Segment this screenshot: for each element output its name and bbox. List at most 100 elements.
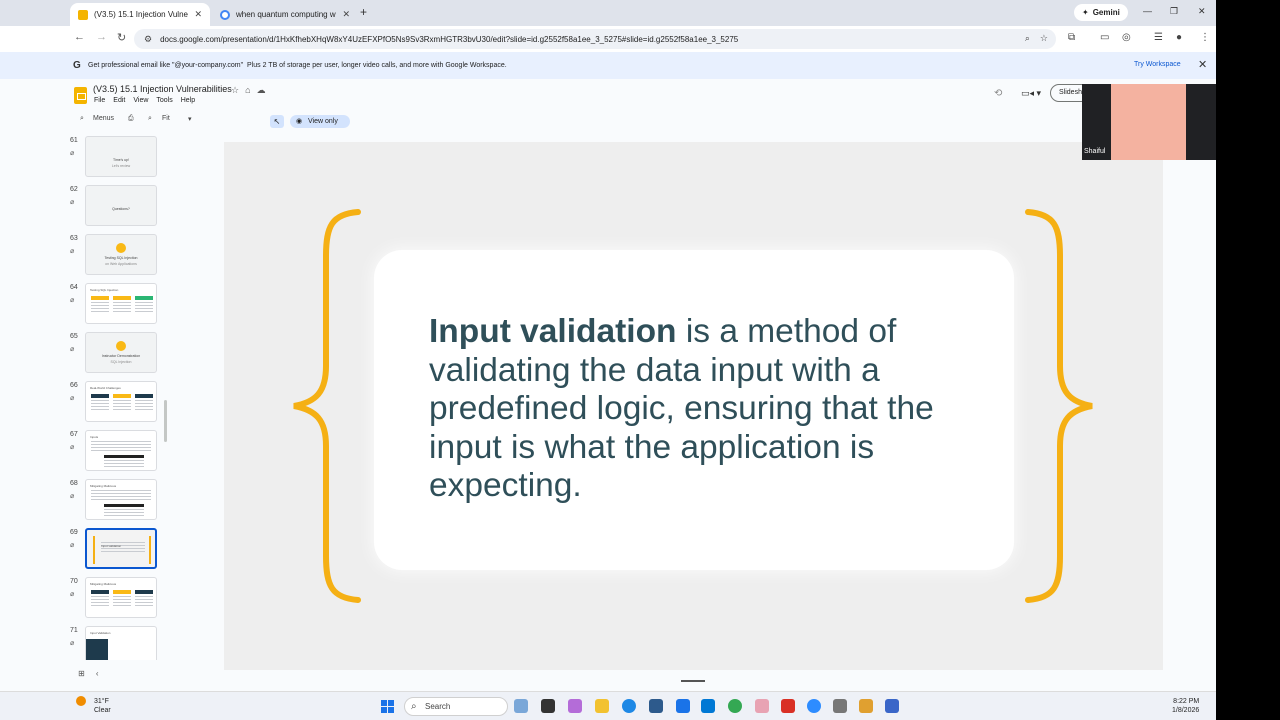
slide-thumbnail-row[interactable]: 71 ⌀ Input Validation (66, 622, 170, 660)
weather-widget[interactable]: 31°F Clear (94, 697, 111, 715)
speaker-notes-icon: ⌀ (70, 591, 75, 598)
chrome-icon[interactable] (728, 699, 742, 713)
address-bar[interactable]: ⚙ docs.google.com/presentation/d/1HxKfhe… (134, 29, 1056, 49)
version-history-icon[interactable]: ⟲ (994, 88, 1002, 99)
menu-view[interactable]: View (133, 97, 148, 104)
browser-menu-icon[interactable]: ⋮ (1200, 32, 1210, 43)
slide-thumbnail-row[interactable]: 65 ⌀ Instructor Demonstration SQL Injection (66, 328, 170, 373)
windows-start-icon[interactable] (381, 700, 394, 713)
panel-resize-handle[interactable] (681, 680, 705, 682)
meet-video-icon[interactable]: ▭◂ ▾ (1021, 88, 1041, 99)
thumb-text-lines (91, 400, 109, 410)
task-view-icon[interactable] (541, 699, 555, 713)
speaker-notes-icon: ⌀ (70, 395, 75, 402)
chat-icon[interactable] (568, 699, 582, 713)
system-clock[interactable]: 8:22 PM 1/8/2026 (1172, 697, 1199, 715)
outlook-icon[interactable] (676, 699, 690, 713)
menu-help[interactable]: Help (181, 97, 195, 104)
slide-thumbnail[interactable]: Input Validation (85, 626, 157, 660)
slide-thumbnail[interactable]: Testing SQL Injection (85, 283, 157, 324)
slide-thumbnail-row[interactable]: 69 ⌀ Input validation (66, 524, 170, 569)
close-tab-icon[interactable]: ✕ (342, 9, 350, 20)
zoom-search-icon[interactable]: ⌕ (1025, 33, 1030, 44)
git-icon[interactable] (859, 699, 873, 713)
slides-favicon-icon (78, 9, 88, 20)
slide-number: 69 (70, 529, 78, 536)
slide-thumbnail[interactable]: Mitigating Malicious (85, 479, 157, 520)
collapse-panel-icon[interactable]: ‹ (96, 669, 99, 678)
slide-thumbnail-row[interactable]: 70 ⌀ Mitigating Malicious (66, 573, 170, 618)
slide-thumbnail-row[interactable]: 67 ⌀ Inputs (66, 426, 170, 471)
move-folder-icon[interactable]: ⌂ (245, 85, 250, 96)
banner-close-icon[interactable]: ✕ (1198, 58, 1207, 71)
speaker-notes-icon: ⌀ (70, 444, 75, 451)
slide-thumbnail[interactable]: Testing SQL Injection on Web Applications (85, 234, 157, 275)
slide-thumbnail-row[interactable]: 63 ⌀ Testing SQL Injection on Web Applicati… (66, 230, 170, 275)
new-tab-icon[interactable]: + (360, 5, 367, 19)
zoom-select[interactable]: Fit (162, 115, 170, 122)
slack-icon[interactable] (755, 699, 769, 713)
screen-recorder-icon[interactable] (781, 699, 795, 713)
back-icon[interactable]: ← (74, 31, 85, 43)
slide-thumbnail[interactable]: Inputs (85, 430, 157, 471)
menu-tools[interactable]: Tools (156, 97, 172, 104)
gemini-button[interactable]: ✦ Gemini (1074, 4, 1128, 21)
filmstrip-scrollbar[interactable] (164, 400, 167, 442)
tab-slides[interactable]: (V3.5) 15.1 Injection Vulnerabiliti ✕ (70, 3, 210, 26)
slide-thumbnail-row[interactable]: 64 ⌀ Testing SQL Injection (66, 279, 170, 324)
star-icon[interactable]: ☆ (231, 85, 239, 96)
thumb-text-lines (91, 490, 151, 500)
grid-view-icon[interactable]: ⊞ (78, 669, 85, 678)
edge-icon[interactable] (622, 699, 636, 713)
reload-icon[interactable]: ↻ (117, 31, 126, 44)
slide-thumbnail[interactable]: Time's up! Let's review (85, 136, 157, 177)
slide-thumbnail[interactable]: Questions? (85, 185, 157, 226)
document-title[interactable]: (V3.5) 15.1 Injection Vulnerabilities (93, 84, 232, 94)
slide-thumbnail-row[interactable]: 61 ⌀ Time's up! Let's review (66, 132, 170, 177)
taskbar-search[interactable]: Search (404, 697, 508, 716)
reading-list-icon[interactable]: ☰ (1154, 32, 1163, 43)
extensions-icon[interactable]: ⧉ (1068, 32, 1075, 43)
slide-thumbnail-row[interactable]: 68 ⌀ Mitigating Malicious (66, 475, 170, 520)
search-menus-label[interactable]: Menus (93, 115, 114, 122)
zoom-icon[interactable]: ⌕ (148, 115, 152, 123)
slide-thumbnail-row[interactable]: 62 ⌀ Questions? (66, 181, 170, 226)
app-icon[interactable] (885, 699, 899, 713)
slide-thumbnail-row[interactable]: 66 ⌀ Real-World Challenges (66, 377, 170, 422)
menu-edit[interactable]: Edit (113, 97, 125, 104)
forward-icon[interactable]: → (96, 31, 107, 43)
mail-icon[interactable] (701, 699, 715, 713)
minimize-icon[interactable]: — (1143, 6, 1152, 16)
weather-icon[interactable] (76, 696, 86, 706)
store-icon[interactable] (649, 699, 663, 713)
copilot-icon[interactable] (514, 699, 528, 713)
slide-thumbnail[interactable]: Mitigating Malicious (85, 577, 157, 618)
select-pointer-icon[interactable]: ↖ (270, 115, 284, 128)
site-info-icon[interactable]: ⚙ (144, 34, 152, 45)
print-icon[interactable]: ⎙ (128, 115, 134, 123)
bookmark-star-icon[interactable]: ☆ (1040, 33, 1048, 44)
try-workspace-link[interactable]: Try Workspace (1134, 61, 1181, 68)
view-only-badge[interactable]: View only (290, 115, 350, 128)
thumb-subcaption: SQL Injection (110, 360, 132, 364)
settings-gear-icon[interactable] (833, 699, 847, 713)
slide-thumbnail[interactable]: Input validation (85, 528, 157, 569)
screenshot-icon[interactable]: ◎ (1122, 32, 1131, 43)
file-explorer-icon[interactable] (595, 699, 609, 713)
slide-thumbnail[interactable]: Real-World Challenges (85, 381, 157, 422)
maximize-icon[interactable]: ❐ (1170, 6, 1178, 17)
window-close-icon[interactable]: ✕ (1198, 6, 1206, 17)
tab-search[interactable]: when quantum computing will ✕ (212, 3, 358, 26)
slides-logo-icon[interactable] (74, 87, 87, 104)
zoom-icon[interactable] (807, 699, 821, 713)
chevron-down-icon[interactable]: ▾ (188, 115, 192, 123)
search-menus-icon[interactable]: ⌕ (80, 115, 84, 123)
profile-avatar-icon[interactable]: ● (1176, 32, 1182, 43)
thumb-caption: Input Validation (90, 631, 111, 635)
slide-thumbnail[interactable]: Instructor Demonstration SQL Injection (85, 332, 157, 373)
close-tab-icon[interactable]: ✕ (194, 9, 202, 20)
slide-number: 66 (70, 382, 78, 389)
letterbox-bar (1216, 0, 1280, 720)
cast-icon[interactable]: ▭ (1100, 32, 1109, 43)
menu-file[interactable]: File (94, 97, 105, 104)
